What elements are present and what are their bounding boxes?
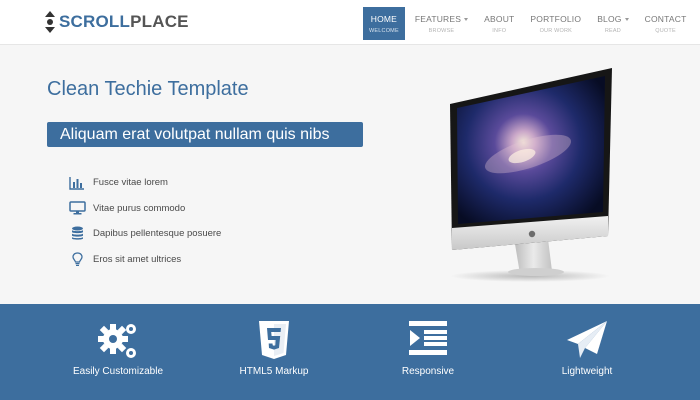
logo-text-scroll: SCROLL (59, 12, 131, 31)
feature-text: Vitae purus commodo (93, 202, 186, 214)
hero-title: Clean Techie Template (47, 78, 249, 100)
monitor-icon (68, 200, 86, 216)
nav-contact-sub: QUOTE (655, 27, 676, 34)
bar-chart-icon (68, 175, 86, 191)
list-item: Fusce vitae lorem (68, 170, 368, 196)
nav-features-sub: BROWSE (428, 27, 455, 34)
main-nav: HOME WELCOME FEATURES BROWSE ABOUT INFO … (363, 7, 696, 40)
feature-lightweight[interactable]: Lightweight (512, 304, 662, 400)
logo-icon (45, 10, 55, 34)
feature-customizable[interactable]: Easily Customizable (43, 304, 193, 400)
nav-home-sub: WELCOME (369, 27, 399, 34)
database-icon (68, 226, 86, 242)
features-band: Easily Customizable HTML5 Markup Respons… (0, 304, 700, 400)
nav-features[interactable]: FEATURES BROWSE (409, 7, 474, 40)
nav-contact[interactable]: CONTACT QUOTE (639, 7, 693, 40)
feature-html5[interactable]: HTML5 Markup (199, 304, 349, 400)
nav-about[interactable]: ABOUT INFO (478, 7, 520, 40)
paper-plane-icon (566, 320, 608, 365)
nav-blog-label: BLOG (597, 13, 622, 24)
feature-label: Responsive (401, 366, 455, 377)
feature-list: Fusce vitae lorem Vitae purus commodo Da… (68, 170, 368, 272)
feature-label: Lightweight (561, 366, 613, 377)
responsive-icon (408, 320, 448, 361)
nav-blog[interactable]: BLOG READ (591, 7, 634, 40)
nav-about-label: ABOUT (484, 13, 515, 24)
nav-blog-sub: READ (604, 27, 621, 34)
nav-portfolio-label: PORTFOLIO (530, 13, 582, 24)
feature-text: Eros sit amet ultrices (93, 253, 182, 265)
feature-label: HTML5 Markup (239, 366, 309, 377)
feature-text: Fusce vitae lorem (93, 177, 168, 189)
gears-icon (96, 320, 140, 367)
feature-text: Dapibus pellentesque posuere (93, 228, 222, 240)
imac-illustration (440, 64, 620, 284)
list-item: Vitae purus commodo (68, 196, 368, 222)
html5-icon (258, 320, 290, 365)
list-item: Eros sit amet ultrices (68, 247, 368, 273)
logo-text-place: PLACE (130, 12, 189, 31)
nav-about-sub: INFO (492, 27, 507, 34)
nav-contact-label: CONTACT (644, 13, 687, 24)
site-header: SCROLLPLACE HOME WELCOME FEATURES BROWSE… (0, 0, 700, 45)
feature-label: Easily Customizable (72, 366, 164, 377)
list-item: Dapibus pellentesque posuere (68, 221, 368, 247)
lightbulb-icon (68, 251, 86, 267)
hero-banner: Aliquam erat volutpat nullam quis nibs (47, 122, 363, 147)
feature-responsive[interactable]: Responsive (353, 304, 503, 400)
logo[interactable]: SCROLLPLACE (45, 10, 189, 34)
chevron-down-icon (624, 17, 629, 21)
nav-portfolio[interactable]: PORTFOLIO OUR WORK (524, 7, 587, 40)
nav-home[interactable]: HOME WELCOME (363, 7, 405, 40)
nav-home-label: HOME (370, 13, 398, 24)
chevron-down-icon (464, 17, 469, 21)
nav-portfolio-sub: OUR WORK (539, 27, 573, 34)
nav-features-label: FEATURES (414, 13, 462, 24)
